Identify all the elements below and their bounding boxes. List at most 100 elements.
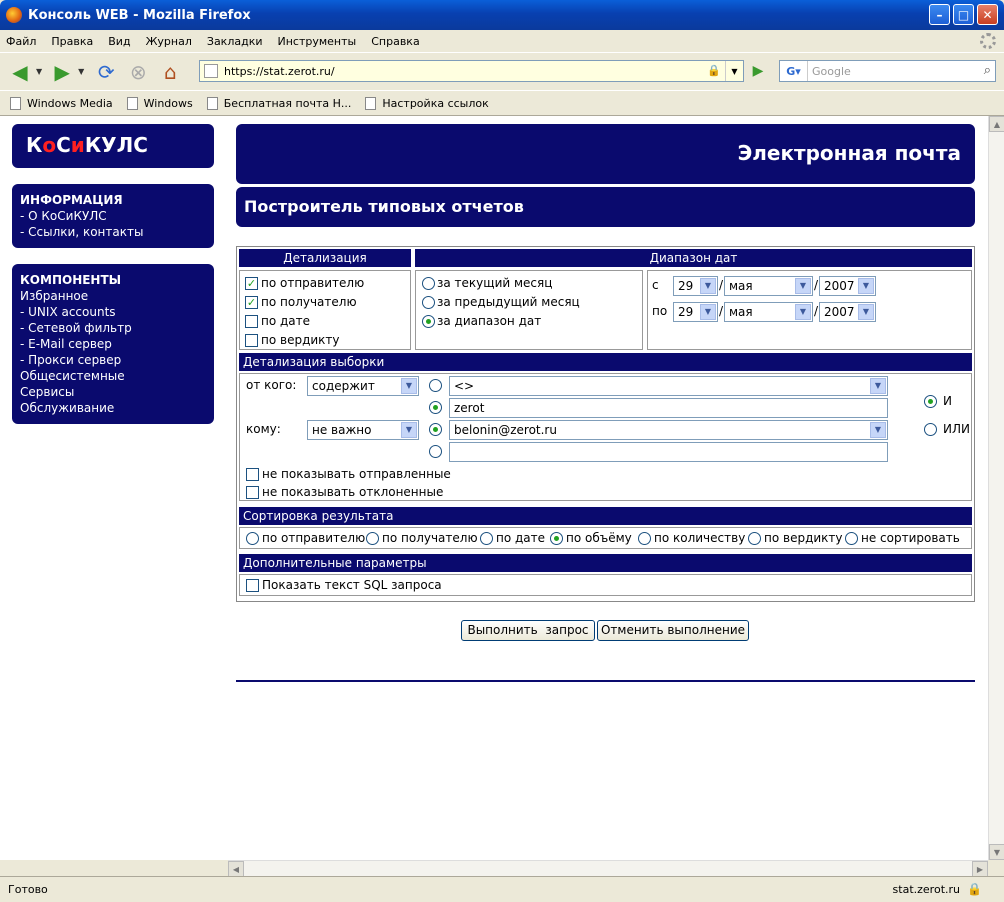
search-engine-icon[interactable]: G▾ <box>780 61 808 81</box>
from-month-select[interactable]: мая ▼ <box>724 276 813 296</box>
menu-help[interactable]: Справка <box>371 35 419 48</box>
sidebar-item-proxy-server[interactable]: - Прокси сервер <box>20 352 206 368</box>
to-day-select[interactable]: 29 ▼ <box>673 302 718 322</box>
scroll-up-icon[interactable]: ▲ <box>989 116 1004 132</box>
reload-icon[interactable]: ⟳ <box>92 58 120 86</box>
to-year-value: 2007 <box>824 305 855 319</box>
sort-volume-radio[interactable] <box>550 532 563 545</box>
from-text-input[interactable]: zerot <box>449 398 888 418</box>
to-text-radio[interactable] <box>429 445 442 458</box>
to-month-select[interactable]: мая ▼ <box>724 302 813 322</box>
from-year-select[interactable]: 2007 ▼ <box>819 276 876 296</box>
detail-date-checkbox[interactable] <box>245 315 258 328</box>
menu-tools[interactable]: Инструменты <box>278 35 357 48</box>
to-list-select[interactable]: belonin@zerot.ru ▼ <box>449 420 888 440</box>
bookmark-item[interactable]: Windows <box>126 96 193 110</box>
site-logo[interactable]: КоСиКУЛС <box>12 124 214 168</box>
to-condition-select[interactable]: не важно ▼ <box>307 420 419 440</box>
chevron-down-icon[interactable]: ▼ <box>870 422 886 438</box>
menu-edit[interactable]: Правка <box>51 35 93 48</box>
cancel-query-button[interactable]: Отменить выполнение <box>597 620 749 641</box>
detail-verdict-checkbox[interactable] <box>245 334 258 347</box>
date-selectors-cell: с 29 ▼ / мая ▼ / 2007 ▼ по 29 ▼ / мая ▼ / 200… <box>647 270 972 350</box>
from-text-radio[interactable] <box>429 401 442 414</box>
minimize-button[interactable]: – <box>929 4 950 25</box>
bookmark-item[interactable]: Бесплатная почта Н... <box>206 96 351 110</box>
sidebar-item-system[interactable]: Общесистемные <box>20 368 206 384</box>
horizontal-scrollbar[interactable]: ◀ ▶ <box>228 860 988 877</box>
sidebar-item-network-filter[interactable]: - Сетевой фильтр <box>20 320 206 336</box>
sort-date-radio[interactable] <box>480 532 493 545</box>
from-condition-select[interactable]: содержит ▼ <box>307 376 419 396</box>
menu-history[interactable]: Журнал <box>146 35 192 48</box>
show-sql-checkbox[interactable] <box>246 579 259 592</box>
chevron-down-icon[interactable]: ▼ <box>401 378 417 394</box>
scroll-right-icon[interactable]: ▶ <box>972 861 988 877</box>
sidebar-item-maintenance[interactable]: Обслуживание <box>20 400 206 416</box>
lock-icon[interactable]: 🔒 <box>707 64 721 77</box>
sidebar-item-services[interactable]: Сервисы <box>20 384 206 400</box>
range-current-month-radio[interactable] <box>422 277 435 290</box>
url-text[interactable]: https://stat.zerot.ru/ <box>224 65 335 78</box>
bookmark-item[interactable]: Настройка ссылок <box>365 96 489 110</box>
to-year-select[interactable]: 2007 ▼ <box>819 302 876 322</box>
url-dropdown-icon[interactable]: ▼ <box>725 61 743 81</box>
range-previous-month-radio[interactable] <box>422 296 435 309</box>
logic-and-radio[interactable] <box>924 395 937 408</box>
menu-bookmarks[interactable]: Закладки <box>207 35 263 48</box>
chevron-down-icon[interactable]: ▼ <box>700 278 716 294</box>
search-icon[interactable]: ⌕ <box>984 63 991 78</box>
run-query-button[interactable]: Выполнить запрос <box>461 620 595 641</box>
sort-none-radio[interactable] <box>845 532 858 545</box>
sort-recipient-radio[interactable] <box>366 532 379 545</box>
back-arrow-icon[interactable]: ◀ <box>6 58 34 86</box>
to-list-radio[interactable] <box>429 423 442 436</box>
forward-history-dropdown[interactable]: ▼ <box>78 67 84 76</box>
search-placeholder[interactable]: Google <box>812 65 851 78</box>
scroll-down-icon[interactable]: ▼ <box>989 844 1004 860</box>
stop-icon[interactable]: ⊗ <box>124 58 152 86</box>
chevron-down-icon[interactable]: ▼ <box>870 378 886 394</box>
sidebar-item-email-server[interactable]: - E-Mail сервер <box>20 336 206 352</box>
sort-count-radio[interactable] <box>638 532 651 545</box>
search-box[interactable]: G▾ Google ⌕ <box>779 60 996 82</box>
logic-or-radio[interactable] <box>924 423 937 436</box>
hide-rejected-checkbox[interactable] <box>246 486 259 499</box>
menu-file[interactable]: Файл <box>6 35 36 48</box>
chevron-down-icon[interactable]: ▼ <box>795 278 811 294</box>
range-custom-radio[interactable] <box>422 315 435 328</box>
scroll-left-icon[interactable]: ◀ <box>228 861 244 877</box>
chevron-down-icon[interactable]: ▼ <box>700 304 716 320</box>
sidebar-item-unix-accounts[interactable]: - UNIX accounts <box>20 304 206 320</box>
chevron-down-icon[interactable]: ▼ <box>401 422 417 438</box>
chevron-down-icon[interactable]: ▼ <box>858 304 874 320</box>
sort-sender-radio[interactable] <box>246 532 259 545</box>
menu-view[interactable]: Вид <box>108 35 130 48</box>
from-day-select[interactable]: 29 ▼ <box>673 276 718 296</box>
sort-verdict-radio[interactable] <box>748 532 761 545</box>
from-list-select[interactable]: <> ▼ <box>449 376 888 396</box>
chevron-down-icon[interactable]: ▼ <box>858 278 874 294</box>
detail-recipient-checkbox[interactable]: ✓ <box>245 296 258 309</box>
maximize-button[interactable]: □ <box>953 4 974 25</box>
lock-icon[interactable]: 🔒 <box>967 882 982 896</box>
from-condition-value: содержит <box>312 379 375 393</box>
home-icon[interactable]: ⌂ <box>156 58 184 86</box>
vertical-scrollbar[interactable]: ▲ ▼ <box>988 116 1004 860</box>
sidebar-item-links[interactable]: - Ссылки, контакты <box>20 224 206 240</box>
back-history-dropdown[interactable]: ▼ <box>36 67 42 76</box>
chevron-down-icon[interactable]: ▼ <box>795 304 811 320</box>
from-list-value: <> <box>454 379 475 393</box>
sidebar-item-about[interactable]: - О КоСиКУЛС <box>20 208 206 224</box>
to-text-input[interactable] <box>449 442 888 462</box>
bookmark-item[interactable]: Windows Media <box>10 96 113 110</box>
go-arrow-icon[interactable]: ▶ <box>748 61 768 81</box>
detail-sender-checkbox[interactable]: ✓ <box>245 277 258 290</box>
from-list-radio[interactable] <box>429 379 442 392</box>
hide-sent-checkbox[interactable] <box>246 468 259 481</box>
close-button[interactable]: ✕ <box>977 4 998 25</box>
forward-arrow-icon[interactable]: ▶ <box>48 58 76 86</box>
url-bar[interactable]: https://stat.zerot.ru/ 🔒 ▼ <box>199 60 744 82</box>
sidebar-item-favorites[interactable]: Избранное <box>20 288 206 304</box>
date-separator: / <box>719 278 724 292</box>
